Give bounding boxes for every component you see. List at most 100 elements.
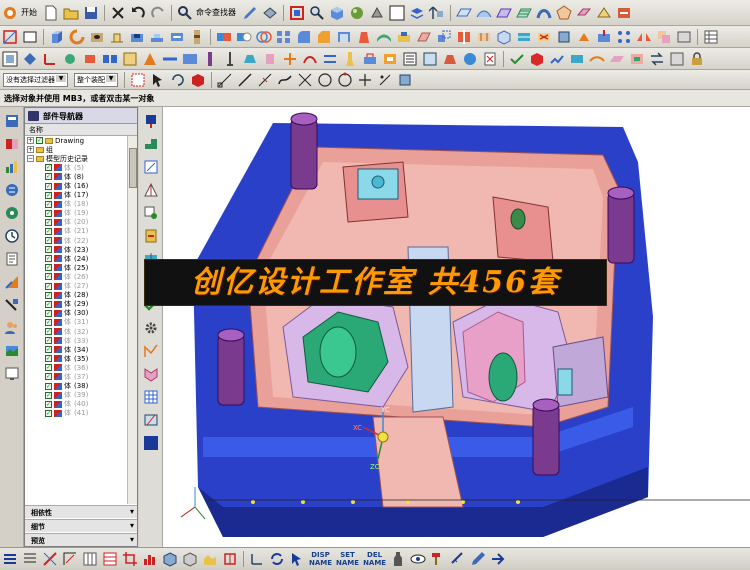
tree-row[interactable]: ✓ 体 (31) (25, 318, 127, 327)
visibility-checkbox[interactable]: ✓ (45, 173, 52, 181)
slider-lifter-icon[interactable] (241, 50, 259, 68)
sweep-icon[interactable] (535, 4, 553, 22)
layer-settings-icon[interactable] (408, 4, 426, 22)
visibility-checkbox[interactable]: ✓ (45, 337, 52, 345)
revolve-icon[interactable] (68, 28, 86, 46)
reuse-library-icon[interactable] (3, 181, 21, 199)
cavity-layout-icon[interactable] (101, 50, 119, 68)
tree-row[interactable]: ✓ 体 (32) (25, 327, 127, 336)
split-icon[interactable] (221, 550, 239, 568)
preview-panel[interactable]: 预览 (25, 533, 137, 546)
visibility-checkbox[interactable]: ✓ (45, 246, 52, 254)
measure-icon[interactable] (449, 550, 467, 568)
deselect-all-icon[interactable] (129, 71, 147, 89)
assembly-navigator-icon[interactable] (3, 112, 21, 130)
object-info-icon[interactable] (142, 411, 160, 429)
tree-row[interactable]: ✓ 体 (39) (25, 391, 127, 400)
define-cavity-icon[interactable] (628, 50, 646, 68)
offset-surface-icon[interactable] (575, 4, 593, 22)
instance-feature-icon[interactable] (275, 28, 293, 46)
through-curves-icon[interactable] (495, 4, 513, 22)
transform-icon[interactable] (248, 550, 266, 568)
hammer-icon[interactable] (429, 550, 447, 568)
verify-path-icon[interactable] (142, 227, 160, 245)
generate-path-icon[interactable] (142, 204, 160, 222)
tree-row[interactable]: ✓ 体 (25) (25, 263, 127, 272)
cut-icon[interactable] (109, 4, 127, 22)
mold-base-icon[interactable] (181, 50, 199, 68)
extrude-icon[interactable] (48, 28, 66, 46)
visibility-checkbox[interactable]: ✓ (45, 346, 52, 354)
tree-row[interactable]: ✓ 体 (40) (25, 400, 127, 409)
zoom-icon[interactable] (308, 4, 326, 22)
name-display-icon[interactable] (142, 434, 160, 452)
shell-icon[interactable] (335, 28, 353, 46)
workpiece-icon[interactable] (81, 50, 99, 68)
tree-row[interactable]: ✓ 体 (27) (25, 282, 127, 291)
pencil-icon[interactable] (469, 550, 487, 568)
tree-row[interactable]: ✓ 体 (34) (25, 345, 127, 354)
view-manager-icon[interactable] (461, 50, 479, 68)
casting-icon[interactable] (441, 50, 459, 68)
patch-body-icon[interactable] (475, 28, 493, 46)
edge-display-icon[interactable] (368, 4, 386, 22)
table-icon[interactable] (702, 28, 720, 46)
design-region-icon[interactable] (568, 50, 586, 68)
tree-row[interactable]: ✓ 体 (18) (25, 200, 127, 209)
sub-insert-icon[interactable] (261, 50, 279, 68)
system-materials-icon[interactable] (3, 250, 21, 268)
boss-icon[interactable] (108, 28, 126, 46)
tree-row[interactable]: ✓ 体 (30) (25, 309, 127, 318)
expand-toggle[interactable]: + (27, 137, 34, 145)
feature-icon[interactable] (142, 135, 160, 153)
sketch-icon[interactable] (1, 28, 19, 46)
bom-icon[interactable] (401, 50, 419, 68)
pocket-icon[interactable] (128, 28, 146, 46)
tree-row[interactable]: ✓ 体 (33) (25, 336, 127, 345)
snap-midpoint-icon[interactable] (256, 71, 274, 89)
tool-path-icon[interactable] (142, 342, 160, 360)
visibility-checkbox[interactable]: ✓ (45, 200, 52, 208)
snap-quadrant-icon[interactable] (336, 71, 354, 89)
replace-face-icon[interactable] (515, 28, 533, 46)
mesh-surface-icon[interactable] (515, 4, 533, 22)
wrap-geometry-icon[interactable] (495, 28, 513, 46)
tree-row[interactable]: ✓ 体 (38) (25, 382, 127, 391)
n-sided-surface-icon[interactable] (555, 4, 573, 22)
select-arrow-icon[interactable] (149, 71, 167, 89)
palettes-icon[interactable] (3, 342, 21, 360)
start-menu-button[interactable]: 开始 (21, 7, 37, 18)
pattern-face-icon[interactable] (615, 28, 633, 46)
save-icon[interactable] (82, 4, 100, 22)
constraint-navigator-icon[interactable] (3, 135, 21, 153)
history-icon[interactable] (3, 227, 21, 245)
tree-row[interactable]: ✓ 体 (29) (25, 300, 127, 309)
parting-line-icon[interactable] (588, 50, 606, 68)
scrollbar-thumb[interactable] (129, 148, 137, 188)
delete-file-icon[interactable] (481, 50, 499, 68)
visibility-checkbox[interactable]: ✓ (45, 218, 52, 226)
runner-icon[interactable] (301, 50, 319, 68)
snap-endpoint-icon[interactable] (216, 71, 234, 89)
geometry-icon[interactable] (142, 158, 160, 176)
cube-icon[interactable] (328, 4, 346, 22)
mold-csys-icon[interactable] (41, 50, 59, 68)
draft-icon[interactable] (355, 28, 373, 46)
selection-filter-dropdown[interactable]: 没有选择过滤器 (3, 72, 68, 87)
visibility-checkbox[interactable]: ✓ (45, 409, 52, 417)
snap-line-icon[interactable] (236, 71, 254, 89)
visibility-checkbox[interactable]: ✓ (45, 282, 52, 290)
tree-row[interactable]: ✓ 体 (23) (25, 245, 127, 254)
groove-icon[interactable] (188, 28, 206, 46)
move-face-icon[interactable] (575, 28, 593, 46)
web-browser-icon[interactable] (3, 204, 21, 222)
roles-icon[interactable] (3, 296, 21, 314)
grid-icon[interactable] (81, 550, 99, 568)
users-icon[interactable] (3, 319, 21, 337)
delete-face-icon[interactable] (535, 28, 553, 46)
table-grid-icon[interactable] (142, 388, 160, 406)
refresh-icon[interactable] (268, 550, 286, 568)
visibility-checkbox[interactable]: ✓ (45, 264, 52, 272)
ejector-pin-icon[interactable] (221, 50, 239, 68)
body-filter-icon[interactable] (189, 71, 207, 89)
